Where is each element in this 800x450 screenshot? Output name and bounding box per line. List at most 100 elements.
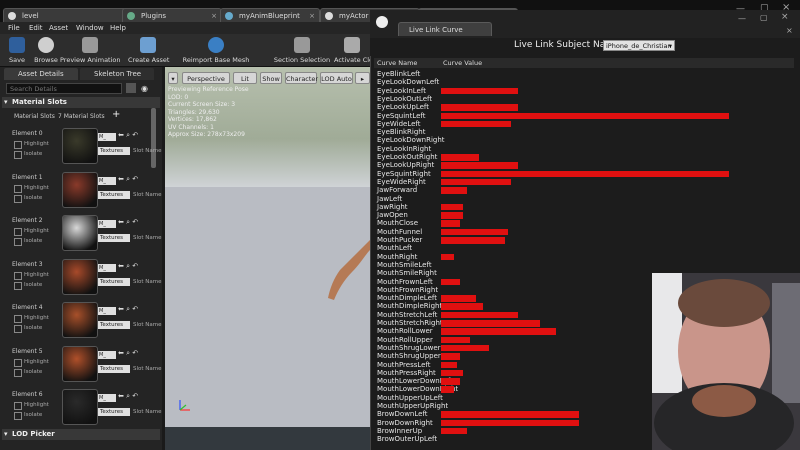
curve-name: MouthPressLeft [377,360,431,369]
material-thumbnail[interactable] [62,389,98,425]
highlight-checkbox[interactable] [14,228,22,236]
material-dropdown[interactable]: M_ [98,220,116,228]
material-thumbnail[interactable] [62,128,98,164]
material-actions[interactable]: ⬅ ⌕ ↶ [118,305,138,314]
textures-dropdown[interactable]: Textures [98,408,130,416]
material-dropdown[interactable]: M_ [98,176,116,185]
menu-asset[interactable]: Asset [49,22,68,34]
minimize-button[interactable]: — [738,14,746,23]
grid-view-icon[interactable] [126,83,136,93]
perspective-button[interactable]: Perspective [182,72,230,84]
viewport-options-button[interactable]: ▾ [168,72,178,84]
close-tab-button[interactable]: × [786,26,793,35]
add-slot-button[interactable]: + [112,109,120,120]
menu-help[interactable]: Help [110,22,126,34]
tab-plugins[interactable]: Plugins × [122,8,222,22]
tab-asset-details[interactable]: Asset Details [4,68,78,80]
textures-dropdown[interactable]: Textures [98,364,130,373]
isolate-label: Isolate [24,281,43,288]
isolate-checkbox[interactable] [14,238,22,246]
material-dropdown[interactable]: M_ [98,133,116,141]
subject-dropdown[interactable]: iPhone_de_Christian ▾ [603,40,675,51]
element-label: Element 4 [12,304,43,311]
isolate-checkbox[interactable] [14,412,22,420]
highlight-checkbox[interactable] [14,271,22,280]
highlight-checkbox[interactable] [14,358,22,367]
menu-edit[interactable]: Edit [29,22,43,34]
material-thumbnail[interactable] [62,215,98,251]
save-button[interactable]: Save [2,34,32,66]
create-asset-button[interactable]: Create Asset [128,34,169,66]
material-thumbnail[interactable] [62,302,98,338]
textures-dropdown[interactable]: Textures [98,147,130,155]
curve-value-bar [441,278,460,285]
close-icon[interactable]: × [309,9,315,23]
tab-label: level [22,12,39,20]
curve-value-bar [441,369,463,377]
isolate-label: Isolate [24,238,43,244]
lod-picker-header[interactable]: LOD Picker [2,429,160,440]
highlight-checkbox[interactable] [14,141,22,149]
show-button[interactable]: Show [260,72,282,84]
textures-dropdown[interactable]: Textures [98,277,130,286]
material-thumbnail[interactable] [62,345,98,382]
material-dropdown[interactable]: M_ [98,350,116,359]
section-selection-button[interactable]: Section Selection [272,34,332,66]
lod-auto-button[interactable]: LOD Auto [320,72,353,84]
close-window-button[interactable]: × [781,12,789,22]
close-icon[interactable]: × [211,9,217,23]
browse-button[interactable]: Browse [32,34,60,66]
isolate-checkbox[interactable] [14,151,22,159]
tab-live-link-curve-debugger[interactable]: Live Link Curve Debugger [398,22,492,48]
curve-value-bar [441,353,460,360]
element-label: Element 6 [12,391,43,398]
eye-icon[interactable]: ◉ [141,84,148,93]
highlight-checkbox[interactable] [14,184,22,193]
tab-anim-blueprint[interactable]: myAnimBlueprint × [220,8,320,22]
textures-dropdown[interactable]: Textures [98,190,130,199]
highlight-checkbox[interactable] [14,402,22,410]
material-actions[interactable]: ⬅ ⌕ ↶ [118,131,138,140]
material-thumbnail[interactable] [62,258,98,295]
textures-dropdown[interactable]: Textures [98,234,130,242]
isolate-checkbox[interactable] [14,368,22,377]
curve-value-bar [441,378,460,385]
character-button[interactable]: Character [285,72,318,84]
material-thumbnail[interactable] [62,171,98,208]
scrollbar[interactable] [151,108,156,168]
curve-name: EyeLookDownLeft [377,78,440,87]
isolate-checkbox[interactable] [14,325,22,333]
highlight-checkbox[interactable] [14,315,22,323]
material-actions[interactable]: ⬅ ⌕ ↶ [118,218,138,227]
playback-button[interactable]: ▸ [355,72,370,84]
material-actions[interactable]: ⬅ ⌕ ↶ [118,262,138,271]
material-slots-header[interactable]: Material Slots [2,97,160,108]
slot-name-label: Slot Name [133,191,162,198]
lit-button[interactable]: Lit [233,72,257,84]
tab-skeleton-tree[interactable]: Skeleton Tree [80,68,154,80]
textures-dropdown[interactable]: Textures [98,321,130,329]
material-actions[interactable]: ⬅ ⌕ ↶ [118,392,138,401]
curve-value-bar [441,87,518,95]
preview-animation-button[interactable]: Preview Animation [60,34,121,66]
curve-value-bar [441,419,579,427]
material-dropdown[interactable]: M_ [98,307,116,315]
curve-name: MouthDimpleRight [377,302,443,311]
search-input[interactable]: Search Details [6,83,122,94]
tab-level[interactable]: level × [3,8,133,22]
curve-row: MouthLeft [374,244,784,252]
material-actions[interactable]: ⬅ ⌕ ↶ [118,349,138,358]
isolate-checkbox[interactable] [14,281,22,290]
menu-file[interactable]: File [8,22,20,34]
create-asset-icon [140,37,156,53]
reimport-base-mesh-button[interactable]: Reimport Base Mesh [178,34,254,66]
material-dropdown[interactable]: M_ [98,263,116,272]
activate-cloth-button[interactable]: Activate Clo [334,34,370,66]
col-curve-name: Curve Name [377,59,418,67]
material-dropdown[interactable]: M_ [98,394,116,402]
material-actions[interactable]: ⬅ ⌕ ↶ [118,175,138,184]
maximize-button[interactable]: ▢ [760,13,768,22]
menu-window[interactable]: Window [76,22,104,34]
isolate-checkbox[interactable] [14,194,22,203]
curve-name: EyeLookOutRight [377,153,438,161]
